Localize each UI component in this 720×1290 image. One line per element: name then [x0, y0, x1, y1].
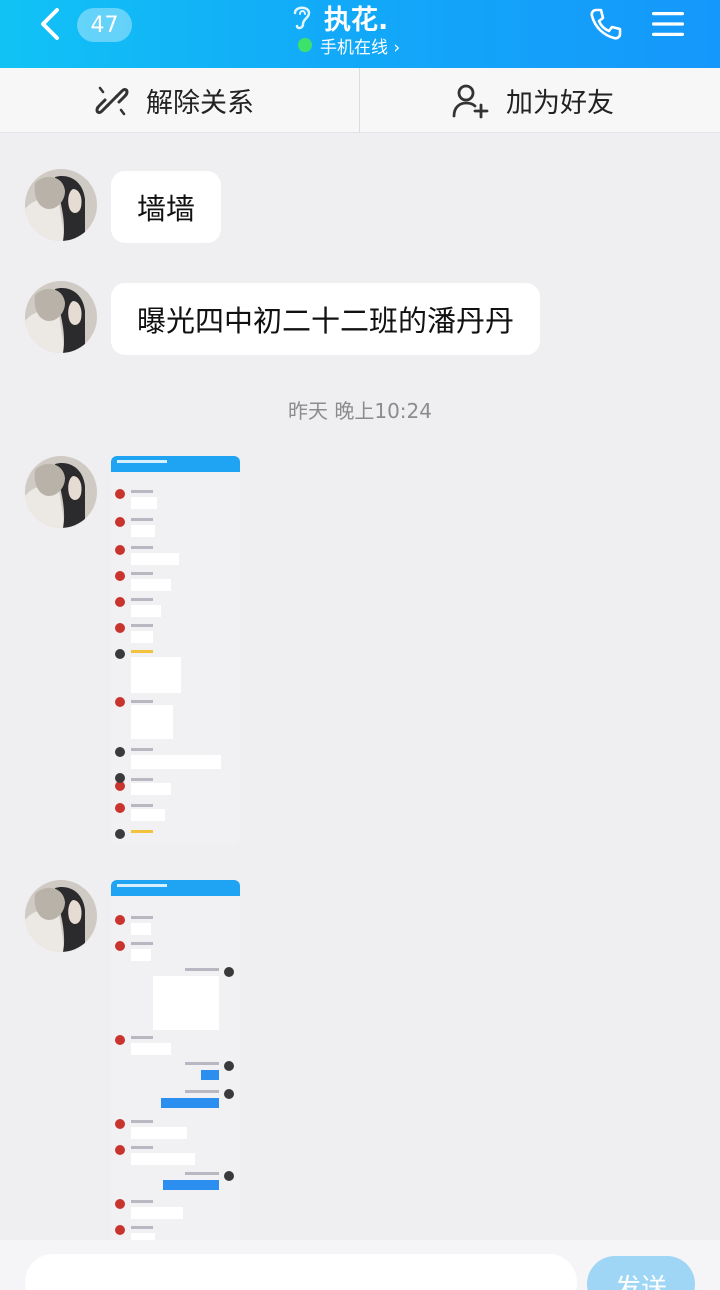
menu-icon: [652, 12, 684, 36]
avatar-image-icon: [25, 880, 97, 952]
online-status[interactable]: 手机在线 ›: [298, 34, 401, 58]
message-bubble[interactable]: 曝光四中初二十二班的潘丹丹: [111, 283, 541, 355]
time-divider: 昨天 晚上10:24: [288, 399, 432, 423]
avatar-image-icon: [25, 456, 97, 528]
avatar[interactable]: [25, 169, 97, 241]
send-button[interactable]: 发送: [587, 1256, 695, 1290]
image-message[interactable]: [111, 456, 240, 844]
action-divider: [359, 68, 360, 133]
ear-icon: [293, 6, 311, 30]
avatar[interactable]: [25, 880, 97, 952]
contact-name: 执花.: [324, 4, 389, 36]
phone-icon: [590, 8, 622, 40]
screenshot-thumbnail-icon: [111, 456, 240, 844]
message-bubble[interactable]: 墙墙: [111, 171, 222, 243]
chat-header: 47 执花. 手机在线 ›: [0, 0, 720, 68]
unread-badge[interactable]: 47: [77, 8, 132, 42]
add-person-icon: [452, 84, 489, 118]
message-input[interactable]: [25, 1254, 577, 1290]
avatar-image-icon: [25, 169, 97, 241]
online-dot-icon: [298, 38, 312, 52]
add-friend-button[interactable]: 加为好友: [452, 68, 614, 133]
message-text: 曝光四中初二十二班的潘丹丹: [137, 304, 515, 338]
call-button[interactable]: [584, 4, 626, 44]
back-arrow-icon: [41, 8, 59, 40]
add-friend-label: 加为好友: [506, 88, 614, 119]
more-menu-button[interactable]: [648, 6, 688, 42]
image-message[interactable]: [111, 880, 240, 1240]
title-row[interactable]: 执花.: [290, 0, 389, 36]
online-status-text: 手机在线 ›: [320, 37, 401, 58]
avatar[interactable]: [25, 456, 97, 528]
back-button[interactable]: [30, 6, 70, 42]
unlink-icon: [95, 86, 129, 115]
message-text: 墙墙: [137, 192, 196, 226]
avatar-image-icon: [25, 281, 97, 353]
remove-relationship-label: 解除关系: [146, 88, 254, 119]
screenshot-thumbnail-icon: [111, 880, 240, 1240]
message-input-bar: 发送: [0, 1240, 720, 1290]
avatar[interactable]: [25, 281, 97, 353]
remove-relationship-button[interactable]: 解除关系: [94, 68, 254, 133]
relationship-action-bar: 解除关系 加为好友: [0, 68, 720, 133]
